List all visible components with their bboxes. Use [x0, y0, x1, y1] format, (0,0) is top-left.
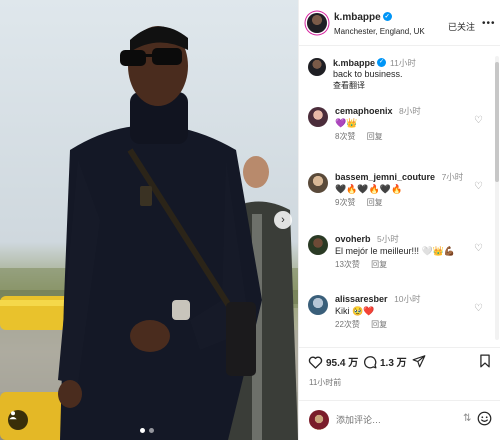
comment-meta: 22次赞 回复	[335, 319, 396, 330]
comment-body: ovoherb 5小时 El mejór le meilleur!!! 🤍👑💪🏾	[335, 233, 473, 257]
like-action[interactable]: 95.4 万	[308, 354, 358, 369]
author-username-row[interactable]: k.mbappe ✓	[334, 11, 392, 23]
post-header: k.mbappe ✓ Manchester, England, UK 已关注 ••…	[299, 0, 500, 46]
likes-count[interactable]: 95.4 万	[326, 354, 358, 369]
commenter-username[interactable]: alissaresber	[335, 294, 388, 304]
comment-time[interactable]: 7小时	[442, 172, 464, 182]
commenter-avatar[interactable]	[308, 295, 328, 315]
comment-like-heart-icon[interactable]: ♡	[474, 181, 483, 192]
caption-text-block: k.mbappe ✓ 11小时 back to business. 查看翻译	[333, 58, 483, 91]
comment-reply-button[interactable]: 回复	[371, 260, 387, 269]
commenter-username[interactable]: bassem_jemni_couture	[335, 172, 435, 182]
comment-body: alissaresber 10小时 Kiki 🥹❤️	[335, 293, 473, 317]
comment-likes-count[interactable]: 13次赞	[335, 260, 360, 269]
comment-item: alissaresber 10小时 Kiki 🥹❤️ 22次赞 回复 ♡	[299, 293, 495, 333]
comment-body: cemaphoenix 8小时 💜👑	[335, 105, 473, 129]
caption-text: back to business.	[333, 69, 403, 79]
see-translation-link[interactable]: 查看翻译	[333, 80, 483, 91]
commenter-username[interactable]: ovoherb	[335, 234, 371, 244]
comment-likes-count[interactable]: 22次赞	[335, 320, 360, 329]
heart-icon[interactable]	[308, 355, 323, 369]
comment-text: 💜👑	[335, 118, 358, 128]
bookmark-icon[interactable]	[479, 354, 491, 368]
comment-body: bassem_jemni_couture 7小时 🖤🔥🖤🔥🖤🔥	[335, 171, 473, 195]
share-paper-plane-icon[interactable]	[412, 354, 426, 368]
comment-composer: ⇅	[299, 400, 500, 440]
caption-username[interactable]: k.mbappe	[333, 58, 375, 68]
tagged-user-icon[interactable]	[8, 410, 28, 430]
comment-like-heart-icon[interactable]: ♡	[474, 115, 483, 126]
comment-time[interactable]: 8小时	[399, 106, 421, 116]
comments-list[interactable]: k.mbappe ✓ 11小时 back to business. 查看翻译 cem…	[299, 47, 500, 347]
carousel-next-button[interactable]: ›	[274, 211, 292, 229]
comment-text: El mejór le meilleur!!! 🤍👑💪🏾	[335, 246, 456, 256]
comments-scrollbar[interactable]	[495, 56, 499, 340]
commenter-username[interactable]: cemaphoenix	[335, 106, 393, 116]
author-username[interactable]: k.mbappe	[334, 12, 381, 23]
author-avatar[interactable]	[307, 13, 327, 33]
comment-bubble-icon[interactable]	[363, 355, 377, 369]
comment-item: cemaphoenix 8小时 💜👑 8次赞 回复 ♡	[299, 105, 495, 145]
carousel-dot	[149, 428, 154, 433]
add-comment-input[interactable]	[336, 412, 456, 428]
post-side-panel: k.mbappe ✓ Manchester, England, UK 已关注 ••…	[298, 0, 500, 440]
comment-likes-count[interactable]: 9次赞	[335, 198, 355, 207]
photo-scene	[0, 26, 298, 440]
emoji-picker-icon[interactable]	[477, 411, 492, 431]
following-button[interactable]: 已关注	[448, 20, 475, 33]
post-location[interactable]: Manchester, England, UK	[334, 27, 425, 36]
comment-reply-button[interactable]: 回复	[367, 132, 383, 141]
comment-text: 🖤🔥🖤🔥🖤🔥	[335, 184, 403, 194]
commenter-avatar[interactable]	[308, 173, 328, 193]
comment-item: bassem_jemni_couture 7小时 🖤🔥🖤🔥🖤🔥 9次赞 回复 ♡	[299, 171, 495, 211]
comment-action[interactable]: 1.3 万	[363, 354, 407, 369]
comment-item: ovoherb 5小时 El mejór le meilleur!!! 🤍👑💪🏾…	[299, 233, 495, 273]
comment-reply-button[interactable]: 回复	[367, 198, 383, 207]
verified-badge-icon: ✓	[382, 11, 392, 21]
carousel-dot-active	[140, 428, 145, 433]
comment-like-heart-icon[interactable]: ♡	[474, 303, 483, 314]
more-horizontal-icon[interactable]: •••	[482, 18, 496, 29]
save-action[interactable]	[479, 354, 491, 368]
comment-likes-count[interactable]: 8次赞	[335, 132, 355, 141]
comments-count[interactable]: 1.3 万	[380, 354, 407, 369]
commenter-avatar[interactable]	[308, 235, 328, 255]
commenter-avatar[interactable]	[308, 107, 328, 127]
comment-reply-button[interactable]: 回复	[371, 320, 387, 329]
comment-meta: 8次赞 回复	[335, 131, 392, 142]
comment-meta: 9次赞 回复	[335, 197, 392, 208]
scrollbar-thumb[interactable]	[495, 62, 499, 182]
comment-time[interactable]: 5小时	[377, 234, 399, 244]
post-action-bar: 95.4 万 1.3 万 11小时前	[299, 347, 500, 393]
verified-badge-icon: ✓	[377, 58, 387, 68]
caption-time[interactable]: 11小时	[390, 58, 416, 68]
caption-author-avatar[interactable]	[308, 58, 326, 76]
comment-meta: 13次赞 回复	[335, 259, 396, 270]
share-action[interactable]	[412, 354, 426, 368]
sort-arrows-icon[interactable]: ⇅	[463, 413, 471, 424]
carousel-indicator	[140, 428, 154, 433]
post-timestamp[interactable]: 11小时前	[309, 377, 341, 388]
comment-time[interactable]: 10小时	[394, 294, 420, 304]
comment-text: Kiki 🥹❤️	[335, 306, 375, 316]
post-photo[interactable]: ›	[0, 0, 298, 440]
viewer-avatar[interactable]	[309, 410, 329, 430]
comment-like-heart-icon[interactable]: ♡	[474, 243, 483, 254]
